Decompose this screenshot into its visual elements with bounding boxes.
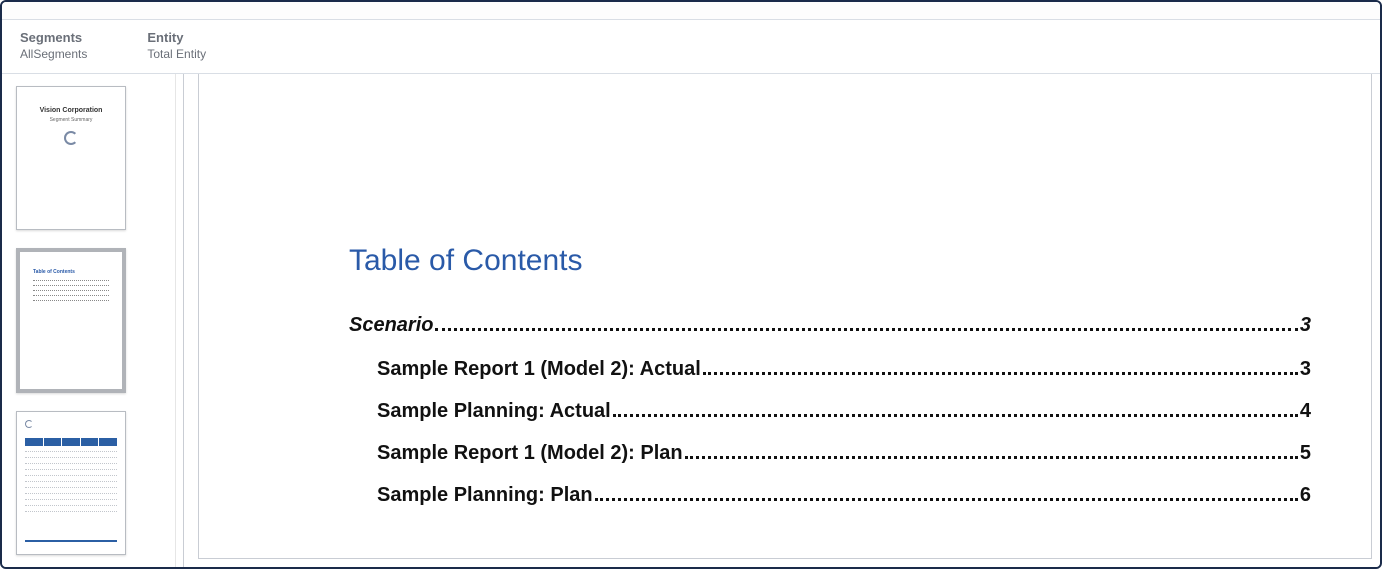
toc-entry-label: Sample Report 1 (Model 2): Actual xyxy=(377,356,701,382)
thumbnail-rail[interactable]: Vision Corporation Segment Summary Table… xyxy=(2,74,176,567)
page-viewport[interactable]: Table of Contents Scenario 3 Sample Repo… xyxy=(190,74,1380,567)
filter-segments-label: Segments xyxy=(20,30,87,45)
page-thumbnail-2[interactable]: Table of Contents xyxy=(16,248,126,392)
filter-segments[interactable]: Segments AllSegments xyxy=(20,30,87,61)
vertical-divider xyxy=(176,74,190,567)
main-area: Vision Corporation Segment Summary Table… xyxy=(2,74,1380,567)
thumb2-toc-line xyxy=(33,289,109,291)
thumb1-logo-icon xyxy=(64,131,78,145)
filter-entity[interactable]: Entity Total Entity xyxy=(147,30,206,61)
filter-bar: Segments AllSegments Entity Total Entity xyxy=(2,20,1380,74)
thumb1-title: Vision Corporation xyxy=(17,107,125,114)
thumb2-inner: Table of Contents xyxy=(23,255,119,385)
thumb3-table-rows xyxy=(25,448,117,514)
thumb2-toc-line xyxy=(33,279,109,281)
toc-entry-label: Sample Planning: Plan xyxy=(377,482,593,508)
filter-entity-value: Total Entity xyxy=(147,47,206,61)
toc-entry-section[interactable]: Scenario 3 xyxy=(349,312,1311,338)
toc-entry-label: Sample Planning: Actual xyxy=(377,398,611,424)
toc-entry-page: 6 xyxy=(1300,482,1311,508)
thumb1-subtitle: Segment Summary xyxy=(17,117,125,123)
toc-title: Table of Contents xyxy=(349,244,1311,278)
page-thumbnail-1[interactable]: Vision Corporation Segment Summary xyxy=(16,86,126,230)
toc-dots xyxy=(595,498,1298,501)
toc-entry[interactable]: Sample Report 1 (Model 2): Actual 3 xyxy=(349,356,1311,382)
thumb3-logo-icon xyxy=(25,420,33,428)
toc-dots xyxy=(613,414,1298,417)
toc-entry[interactable]: Sample Planning: Plan 6 xyxy=(349,482,1311,508)
toc-dots xyxy=(435,328,1297,331)
thumb2-heading: Table of Contents xyxy=(33,269,109,275)
document-page: Table of Contents Scenario 3 Sample Repo… xyxy=(198,74,1372,559)
app-frame: Segments AllSegments Entity Total Entity… xyxy=(0,0,1382,569)
toc-entry-label: Scenario xyxy=(349,312,433,338)
thumb3-table-header xyxy=(25,438,117,446)
toc-dots xyxy=(685,456,1298,459)
filter-entity-label: Entity xyxy=(147,30,206,45)
thumb2-toc-line xyxy=(33,294,109,296)
page-thumbnail-3[interactable] xyxy=(16,411,126,555)
toc-entry[interactable]: Sample Report 1 (Model 2): Plan 5 xyxy=(349,440,1311,466)
toc-entry-page: 4 xyxy=(1300,398,1311,424)
toc-dots xyxy=(703,372,1298,375)
filter-segments-value: AllSegments xyxy=(20,47,87,61)
toc-entry[interactable]: Sample Planning: Actual 4 xyxy=(349,398,1311,424)
thumb2-toc-line xyxy=(33,299,109,301)
thumb3-footer-bar xyxy=(25,540,117,542)
toc-entry-page: 3 xyxy=(1300,356,1311,382)
toc-entry-label: Sample Report 1 (Model 2): Plan xyxy=(377,440,683,466)
top-strip xyxy=(2,2,1380,20)
toc-entry-page: 3 xyxy=(1300,312,1311,338)
toc-entry-page: 5 xyxy=(1300,440,1311,466)
thumb2-toc-line xyxy=(33,284,109,286)
